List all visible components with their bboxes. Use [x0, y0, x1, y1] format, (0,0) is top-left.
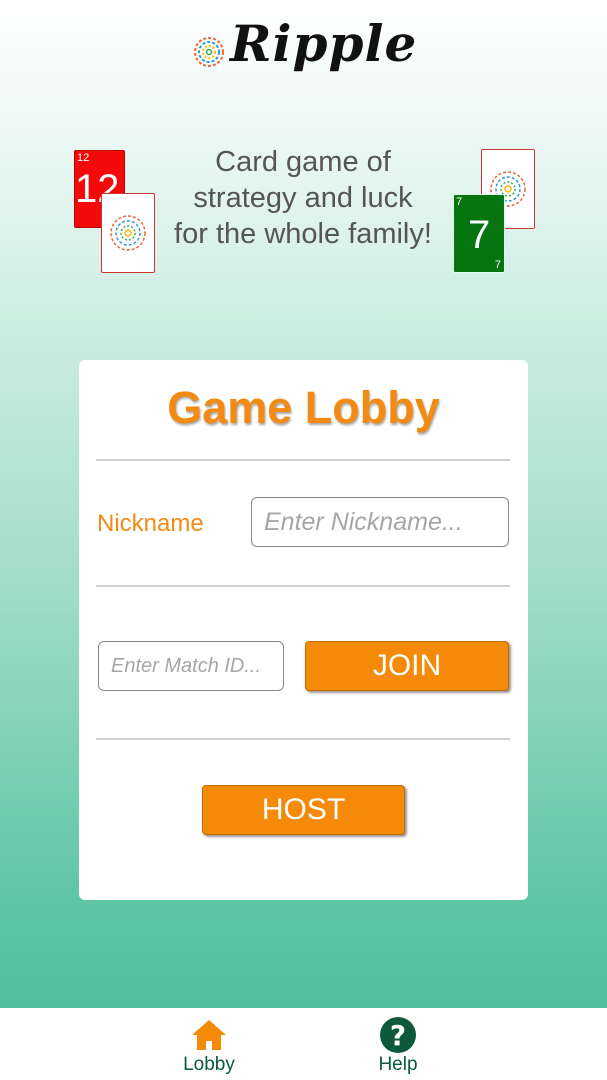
card-corner-value-bottom: 7: [494, 259, 501, 271]
ripple-card-icon: [110, 215, 146, 251]
nav-label: Help: [378, 1054, 418, 1075]
tagline-line: for the whole family!: [174, 218, 432, 250]
svg-text:?: ?: [390, 1019, 406, 1052]
help-icon: ?: [380, 1017, 416, 1053]
game-lobby-panel: Game Lobby Nickname JOIN HOST: [79, 360, 528, 900]
app-logo: Ripple: [0, 8, 607, 88]
divider: [96, 585, 510, 587]
bottom-nav: Lobby ? Help: [0, 1008, 607, 1080]
tagline-line: strategy and luck: [193, 182, 413, 214]
divider: [96, 459, 510, 461]
card-value: 7: [468, 213, 491, 257]
lobby-title: Game Lobby: [167, 382, 440, 433]
card-corner-value: 7: [456, 196, 463, 208]
app-title: Ripple: [230, 14, 418, 73]
card-back-left: [101, 193, 155, 273]
nickname-input[interactable]: [251, 497, 509, 547]
divider: [96, 738, 510, 740]
match-id-input[interactable]: [98, 641, 284, 691]
ripple-emblem-icon: [194, 37, 224, 67]
host-button[interactable]: HOST: [202, 785, 405, 835]
tagline-line: Card game of: [215, 146, 391, 178]
home-icon: [192, 1020, 226, 1050]
nav-item-lobby[interactable]: Lobby: [149, 1008, 269, 1080]
tagline: Card game of strategy and luck for the w…: [160, 144, 446, 252]
nav-label: Lobby: [183, 1054, 235, 1075]
join-button[interactable]: JOIN: [305, 641, 509, 691]
card-green-7: 7 7 7: [453, 194, 505, 273]
nickname-label: Nickname: [97, 510, 204, 537]
card-corner-value: 12: [77, 152, 90, 164]
nav-item-help[interactable]: ? Help: [338, 1008, 458, 1080]
